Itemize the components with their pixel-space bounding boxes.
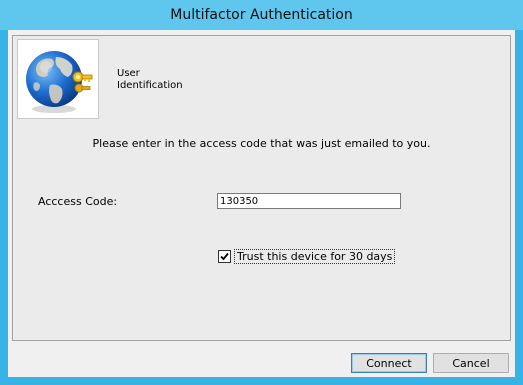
header-line-2: Identification (117, 80, 183, 91)
header-image (17, 39, 99, 119)
window-title: Multifactor Authentication (170, 7, 353, 23)
checkmark-icon (220, 252, 229, 261)
cancel-button-label: Cancel (452, 356, 490, 370)
trust-device-row[interactable]: Trust this device for 30 days (218, 249, 396, 264)
instruction-text: Please enter in the access code that was… (92, 137, 431, 150)
dialog-body: User Identification Please enter in the … (8, 30, 515, 377)
trust-device-label[interactable]: Trust this device for 30 days (234, 249, 396, 264)
access-code-label: Acccess Code: (38, 195, 118, 208)
trust-device-checkbox[interactable] (218, 250, 231, 263)
access-code-input[interactable] (217, 193, 401, 209)
connect-button-label: Connect (366, 356, 412, 370)
content-panel: User Identification Please enter in the … (12, 35, 511, 341)
header-line-1: User (117, 68, 140, 79)
globe-keys-icon (26, 51, 93, 113)
title-bar[interactable]: Multifactor Authentication (0, 0, 523, 30)
cancel-button[interactable]: Cancel (433, 353, 509, 373)
header-text: User Identification (117, 68, 183, 92)
connect-button[interactable]: Connect (351, 353, 427, 373)
